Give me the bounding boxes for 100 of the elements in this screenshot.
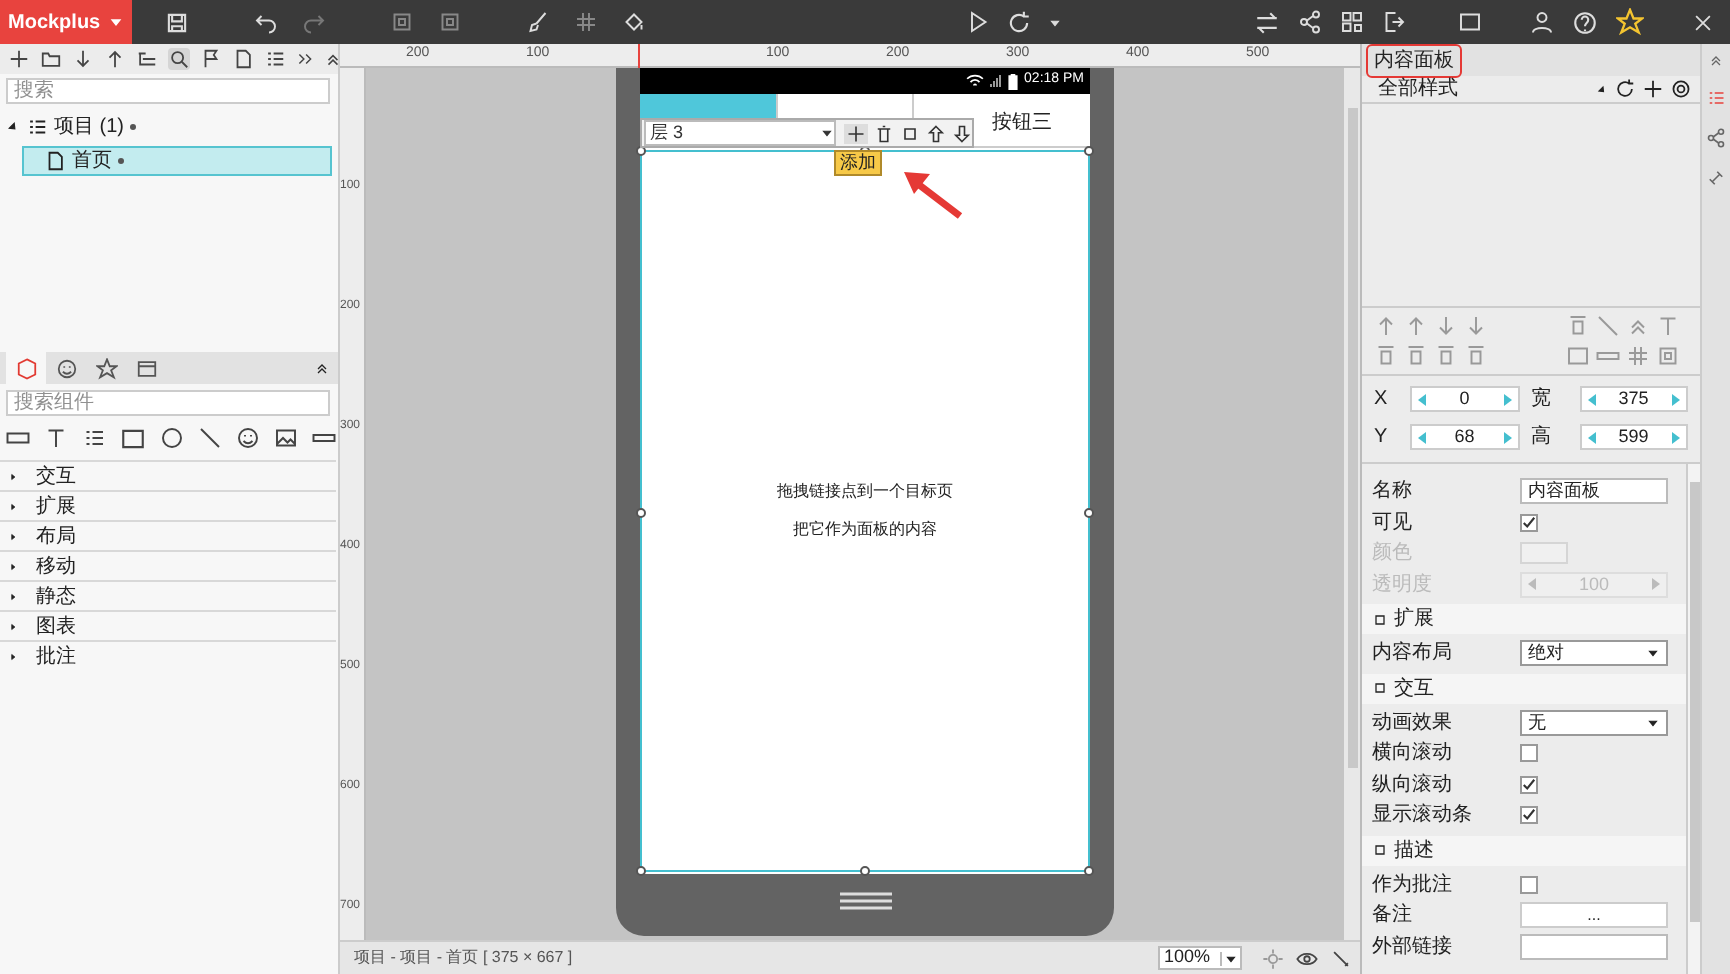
tree-item[interactable]: 首页 [22,146,332,176]
user-icon[interactable] [1530,10,1554,34]
search-field[interactable]: 搜索组件 [6,390,330,416]
delete-icon[interactable] [874,123,894,143]
play-icon[interactable] [966,10,991,34]
swap-icon[interactable] [1254,9,1280,35]
resize-handle[interactable] [1084,146,1094,156]
category-item[interactable]: 布局 [0,520,336,550]
image-icon[interactable] [274,426,298,450]
star-icon[interactable] [1616,8,1644,36]
export-icon[interactable] [1382,10,1406,34]
pointer-arrow-drawing [900,168,964,220]
field-label: 横向滚动 [1372,739,1454,769]
add-icon[interactable] [1642,78,1664,100]
rectangle-icon[interactable] [120,425,146,451]
collapse-icon [1372,611,1388,627]
interaction-icon[interactable] [1706,128,1726,148]
text-field[interactable] [1520,933,1668,960]
tree-item[interactable]: 项目 (1) [54,112,124,142]
ungroup-icon[interactable] [438,10,463,34]
up-arrow-icon[interactable] [926,123,946,143]
field-label: 显示滚动条 [1372,801,1474,831]
folder-icon[interactable] [40,48,62,70]
panel-title: 内容面板 [1366,43,1462,77]
tooltip: 添加 [834,150,882,176]
add-icon[interactable] [8,48,30,70]
search-field[interactable]: 搜索 [6,78,330,104]
cube-icon [15,357,37,379]
collapsed-icon [8,651,18,661]
settings-icon[interactable] [1670,78,1692,100]
redo-icon[interactable] [302,10,327,34]
close-icon[interactable] [1692,11,1714,33]
field-label: 外部链接 [1372,933,1454,962]
more-icon[interactable] [296,50,314,68]
add-button[interactable] [844,123,868,143]
resize-handle[interactable] [636,508,646,518]
line-icon[interactable] [198,426,222,450]
dropdown[interactable]: 绝对 [1520,640,1668,667]
section-header[interactable]: 描述 [1362,835,1686,865]
down-arrow-icon[interactable] [952,123,972,143]
section-header[interactable]: 交互 [1362,673,1686,703]
eye-icon[interactable] [1296,947,1318,969]
qr-code-icon[interactable] [1340,10,1364,34]
link-icon[interactable] [1706,168,1726,188]
checkbox[interactable] [1520,806,1538,825]
category-item[interactable]: 交互 [0,460,336,490]
page-icon[interactable] [232,48,254,70]
signal-icon [990,74,1003,88]
text-icon[interactable] [44,426,68,450]
paint-bucket-icon[interactable] [622,10,647,34]
resize-handle[interactable] [1084,866,1094,876]
wrench-icon[interactable] [1330,947,1352,969]
resize-handle[interactable] [636,866,646,876]
move-down-icon[interactable] [72,48,94,70]
collapsed-icon [8,591,18,601]
move-up-icon[interactable] [104,48,126,70]
section-header[interactable]: 扩展 [1362,604,1686,634]
smiley-icon[interactable] [236,426,260,450]
undo-icon[interactable] [254,10,279,34]
scrollbar[interactable] [1344,68,1360,940]
text-field[interactable]: 内容面板 [1520,478,1668,505]
category-item[interactable]: 图表 [0,610,336,640]
category-item[interactable]: 扩展 [0,490,336,520]
list-icon[interactable] [264,48,286,70]
flag-icon[interactable] [200,48,222,70]
paragraph-icon[interactable] [82,426,106,450]
brush-icon[interactable] [526,10,551,34]
component-tab[interactable] [6,352,46,384]
checkbox[interactable] [1520,875,1538,894]
tree-icon[interactable] [136,48,158,70]
zoom-dropdown[interactable]: 100% [1158,946,1242,970]
ellipsis-button[interactable]: ... [1520,902,1668,929]
collapse-icon[interactable] [314,360,330,376]
app-menu-button[interactable]: Mockplus [0,0,133,44]
layer-dropdown[interactable]: 层 3 [644,120,836,146]
category-item[interactable]: 静态 [0,580,336,610]
dropdown[interactable]: 无 [1520,709,1668,736]
checkbox[interactable] [1520,513,1538,532]
category-item[interactable]: 移动 [0,550,336,580]
caret-icon [1646,646,1660,661]
battery-icon [1008,73,1019,89]
grid-icon[interactable] [574,10,599,34]
share-icon[interactable] [1298,10,1322,34]
home-button-icon[interactable] [840,892,892,910]
circle-icon[interactable] [160,426,184,450]
checkbox[interactable] [1520,775,1538,794]
resize-handle[interactable] [860,866,870,876]
save-icon[interactable] [164,9,191,35]
group-icon[interactable] [390,10,415,34]
resize-handle[interactable] [1084,508,1094,518]
sync-icon[interactable] [1006,9,1033,35]
scrollbar[interactable] [1686,464,1700,974]
collapse-icon[interactable] [324,50,342,68]
window-icon[interactable] [1458,10,1482,34]
square-icon[interactable] [900,123,920,143]
refresh-icon[interactable] [1614,78,1636,100]
help-icon[interactable] [1572,9,1598,35]
checkbox[interactable] [1520,744,1538,763]
category-item[interactable]: 批注 [0,640,336,670]
field-label: 宽 [1531,385,1553,414]
